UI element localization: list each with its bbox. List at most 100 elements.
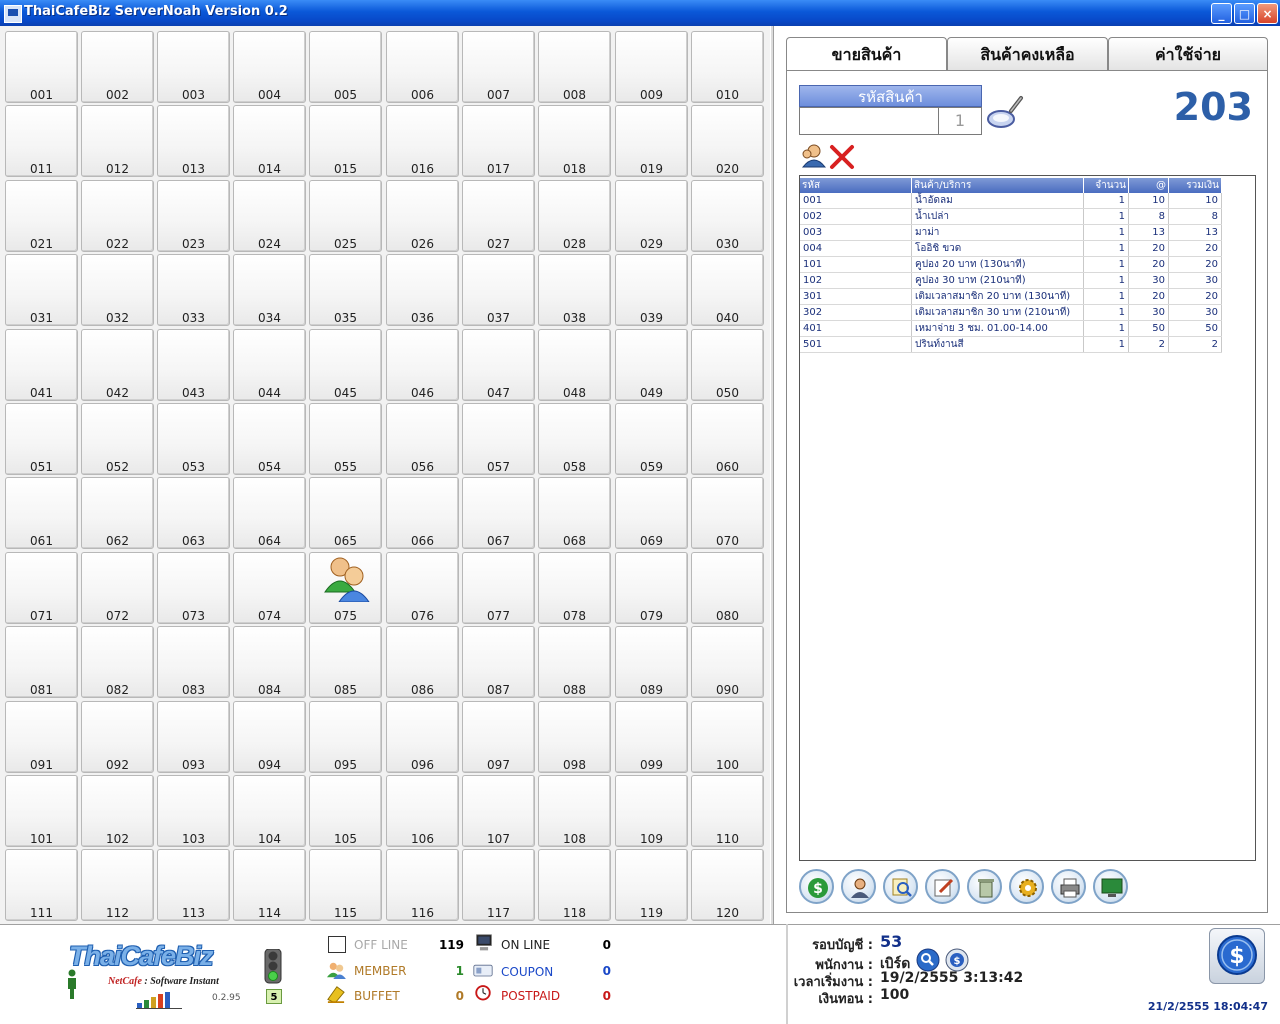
station-cell[interactable]: 031 [5,254,78,326]
station-cell[interactable]: 076 [386,552,459,624]
station-cell[interactable]: 109 [615,775,688,847]
station-cell[interactable]: 066 [386,477,459,549]
app-icon[interactable] [4,5,22,23]
station-cell[interactable]: 012 [81,105,154,177]
station-cell[interactable]: 009 [615,31,688,103]
station-cell[interactable]: 004 [233,31,306,103]
station-cell[interactable]: 072 [81,552,154,624]
station-cell[interactable]: 107 [462,775,535,847]
station-cell[interactable]: 095 [309,701,382,773]
station-cell[interactable]: 011 [5,105,78,177]
station-cell[interactable]: 070 [691,477,764,549]
station-cell[interactable]: 056 [386,403,459,475]
station-cell[interactable]: 053 [157,403,230,475]
station-cell[interactable]: 111 [5,849,78,921]
table-row[interactable]: 501 ปรินท์งานสี 1 2 2 [800,336,1222,353]
station-cell[interactable]: 116 [386,849,459,921]
station-cell[interactable]: 074 [233,552,306,624]
station-cell[interactable]: 088 [538,626,611,698]
station-cell[interactable]: 098 [538,701,611,773]
station-cell[interactable]: 025 [309,180,382,252]
printer-button[interactable] [1051,869,1086,904]
station-cell[interactable]: 037 [462,254,535,326]
station-cell[interactable]: 101 [5,775,78,847]
maximize-button[interactable]: □ [1234,3,1255,24]
station-cell[interactable]: 040 [691,254,764,326]
station-cell[interactable]: 114 [233,849,306,921]
station-cell[interactable]: 052 [81,403,154,475]
station-cell[interactable]: 047 [462,329,535,401]
station-cell[interactable]: 058 [538,403,611,475]
station-cell[interactable]: 067 [462,477,535,549]
magnifier-icon[interactable] [987,93,1025,129]
station-cell[interactable]: 054 [233,403,306,475]
station-cell[interactable]: 061 [5,477,78,549]
station-cell[interactable]: 093 [157,701,230,773]
table-row[interactable]: 301 เติมเวลาสมาชิก 20 บาท (130นาที) 1 20 20 [800,288,1222,305]
station-cell[interactable]: 007 [462,31,535,103]
station-cell[interactable]: 063 [157,477,230,549]
station-cell[interactable]: 090 [691,626,764,698]
station-cell[interactable]: 055 [309,403,382,475]
col-name-header[interactable]: สินค้า/บริการ [911,178,1084,193]
station-cell[interactable]: 043 [157,329,230,401]
station-cell[interactable]: 039 [615,254,688,326]
search-report-button[interactable] [883,869,918,904]
station-cell[interactable]: 048 [538,329,611,401]
station-cell[interactable]: 065 [309,477,382,549]
settings-button[interactable] [1009,869,1044,904]
station-cell[interactable]: 117 [462,849,535,921]
station-cell[interactable]: 104 [233,775,306,847]
table-row[interactable]: 401 เหมาจ่าย 3 ชม. 01.00-14.00 1 50 50 [800,320,1222,337]
station-cell[interactable]: 089 [615,626,688,698]
station-cell[interactable]: 010 [691,31,764,103]
station-cell[interactable]: 017 [462,105,535,177]
col-total-header[interactable]: รวมเงิน [1168,178,1222,193]
station-cell[interactable]: 099 [615,701,688,773]
station-cell[interactable]: 097 [462,701,535,773]
station-cell[interactable]: 027 [462,180,535,252]
delete-icon[interactable] [830,145,854,169]
station-cell[interactable]: 083 [157,626,230,698]
station-cell[interactable]: 034 [233,254,306,326]
member-button[interactable] [841,869,876,904]
station-cell[interactable]: 094 [233,701,306,773]
station-cell[interactable]: 013 [157,105,230,177]
station-cell[interactable]: 091 [5,701,78,773]
station-cell[interactable]: 014 [233,105,306,177]
col-qty-header[interactable]: จำนวน [1083,178,1129,193]
station-cell[interactable]: 100 [691,701,764,773]
station-cell[interactable]: 062 [81,477,154,549]
col-code-header[interactable]: รหัส [800,178,912,193]
station-cell[interactable]: 019 [615,105,688,177]
station-cell[interactable]: 103 [157,775,230,847]
station-cell[interactable]: 041 [5,329,78,401]
station-cell[interactable]: 077 [462,552,535,624]
station-cell[interactable]: 005 [309,31,382,103]
station-cell[interactable]: 105 [309,775,382,847]
table-row[interactable]: 102 คูปอง 30 บาท (210นาที) 1 30 30 [800,272,1222,289]
order-items-list[interactable]: รหัส สินค้า/บริการ จำนวน @ รวมเงิน 001 น้… [799,175,1256,861]
station-cell[interactable]: 060 [691,403,764,475]
station-cell[interactable]: 064 [233,477,306,549]
monitor-button[interactable] [1093,869,1128,904]
station-cell[interactable]: 015 [309,105,382,177]
cash-register-button[interactable]: $ [1209,928,1265,984]
minimize-button[interactable]: _ [1211,3,1232,24]
station-cell[interactable]: 001 [5,31,78,103]
station-cell[interactable]: 106 [386,775,459,847]
station-cell[interactable]: 086 [386,626,459,698]
station-cell[interactable]: 075 [309,552,382,624]
station-cell[interactable]: 008 [538,31,611,103]
station-cell[interactable]: 045 [309,329,382,401]
table-row[interactable]: 001 น้ำอัดลม 1 10 10 [800,193,1222,209]
station-cell[interactable]: 096 [386,701,459,773]
table-row[interactable]: 003 มาม่า 1 13 13 [800,224,1222,241]
station-cell[interactable]: 002 [81,31,154,103]
station-cell[interactable]: 003 [157,31,230,103]
station-cell[interactable]: 119 [615,849,688,921]
close-button[interactable]: × [1257,3,1278,24]
station-cell[interactable]: 069 [615,477,688,549]
station-cell[interactable]: 078 [538,552,611,624]
station-cell[interactable]: 071 [5,552,78,624]
